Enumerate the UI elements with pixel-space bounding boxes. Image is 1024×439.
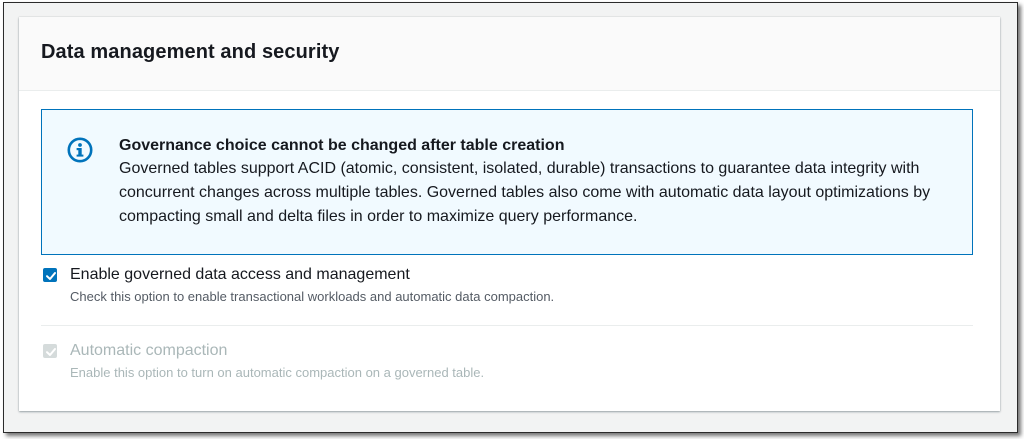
screenshot-frame: Data management and security Governance …	[3, 2, 1018, 433]
alert-text: Governed tables support ACID (atomic, co…	[119, 160, 931, 225]
info-alert: Governance choice cannot be changed afte…	[41, 109, 973, 255]
panel-header: Data management and security	[19, 17, 1000, 91]
automatic-compaction-checkbox	[43, 344, 57, 358]
alert-title: Governance choice cannot be changed afte…	[119, 137, 565, 154]
panel-title: Data management and security	[41, 41, 340, 63]
checkmark-icon	[46, 272, 56, 280]
data-management-panel: Data management and security Governance …	[19, 17, 1000, 411]
checkmark-icon	[46, 348, 56, 356]
governed-access-description: Check this option to enable transactiona…	[70, 289, 555, 304]
governed-access-checkbox[interactable]	[43, 268, 57, 282]
automatic-compaction-label: Automatic compaction	[70, 342, 228, 359]
info-icon	[67, 137, 93, 163]
divider	[41, 325, 973, 326]
automatic-compaction-description: Enable this option to turn on automatic …	[70, 365, 485, 380]
alert-body: Governance choice cannot be changed afte…	[119, 137, 959, 229]
governed-access-label[interactable]: Enable governed data access and manageme…	[70, 265, 410, 285]
